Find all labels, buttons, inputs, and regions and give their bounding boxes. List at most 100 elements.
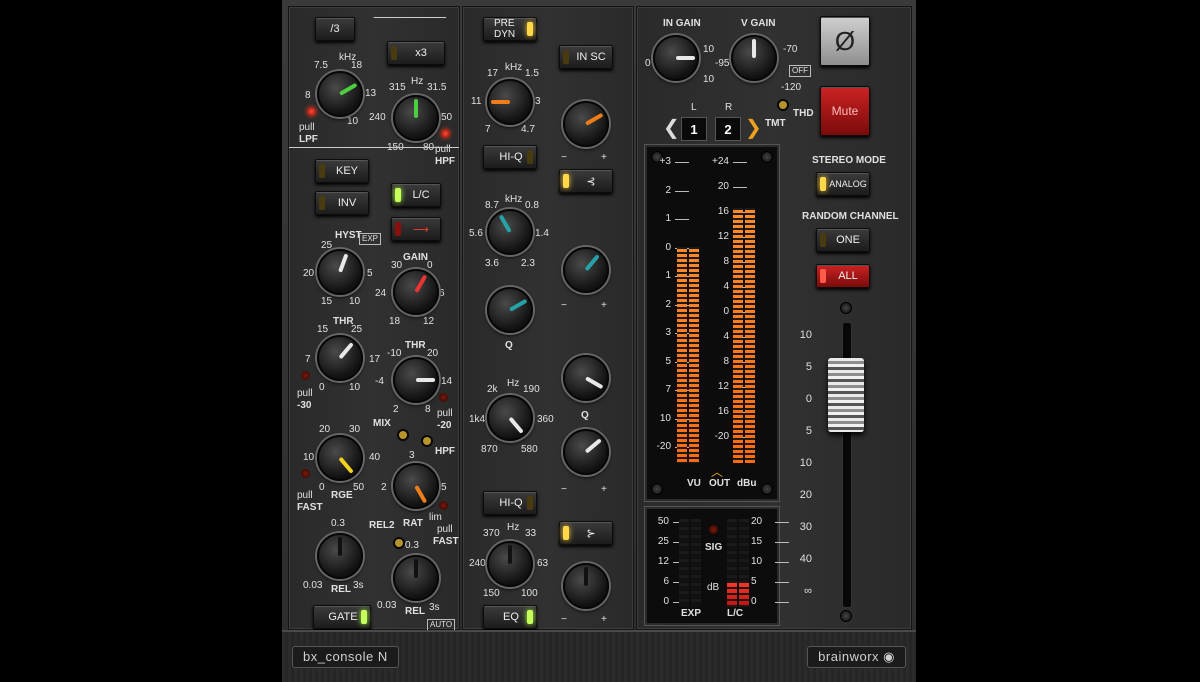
meter-screw [761,483,773,495]
mix-label: MIX [373,418,391,429]
out-chevron-up-icon: ︿ [711,465,724,479]
scale-tick [775,562,789,563]
volume-fader[interactable] [828,358,864,432]
scale-tick-label: -20 [714,431,729,442]
thr2-tick: -4 [375,376,384,387]
exp-label: EXP [681,608,702,619]
rat-knob[interactable] [393,463,439,509]
x3-led [391,46,397,60]
fader-screw [840,610,852,622]
insc-button[interactable]: IN SC [559,45,613,69]
rel1-knob[interactable] [317,533,363,579]
hpf-knob[interactable] [393,95,439,141]
level-bar [733,208,743,463]
gain-knob[interactable] [393,269,439,315]
hf-gain-knob[interactable] [563,101,609,147]
hmf-q-knob[interactable] [487,287,533,333]
rge-knob[interactable] [317,435,363,481]
lf-tick: 100 [521,588,538,599]
mute-button[interactable]: Mute [820,86,870,136]
all-button[interactable]: ALL [816,264,870,288]
hmf-gain-knob[interactable] [563,247,609,293]
lpf-knob[interactable] [317,71,363,117]
scale-tick-label: 25 [657,536,669,547]
scale-tick-label: +24 [712,156,729,167]
chevron-right-icon[interactable]: ❯ [745,115,762,140]
eq-button[interactable]: EQ [483,605,537,629]
lf-gain-knob[interactable] [563,563,609,609]
key-button[interactable]: KEY [315,159,369,183]
in-gain-knob[interactable] [653,35,699,81]
scale-tick-label: 16 [717,206,729,217]
rel3-tick: 3s [429,602,440,613]
inv-button[interactable]: INV [315,191,369,215]
lmf-gain-knob[interactable] [563,355,609,401]
lmf-q-knob[interactable] [563,429,609,475]
scale-tick [775,542,789,543]
hyst-knob[interactable] [317,249,363,295]
hyst-label: HYST [335,230,362,241]
hf-tick: 11 [471,96,482,107]
rge-label: RGE [331,490,353,501]
thr1-tick: 25 [351,324,363,335]
lc-button[interactable]: L/C [391,183,441,207]
thr1-knob[interactable] [317,335,363,381]
scale-tick-label: 0 [665,241,671,253]
scale-tick-label: 2 [665,298,671,310]
channel-1-display[interactable]: 1 [681,117,707,141]
lf-tick: 150 [483,588,500,599]
scale-tick-label: 0 [723,306,729,317]
rel3-tick: 0.03 [377,600,397,611]
div3-button[interactable]: /3 [315,17,355,41]
thd-trim[interactable] [777,99,789,111]
x3-button[interactable]: x3 [387,41,445,65]
hf-freq-knob[interactable] [487,79,533,125]
analog-button[interactable]: ANALOG [816,172,870,196]
lmf-freq-knob[interactable] [487,395,533,441]
lpf-tick: 18 [351,60,363,71]
thr2-tick: 20 [427,348,439,359]
channel-2-display[interactable]: 2 [715,117,741,141]
hiq2-led [527,496,533,510]
hmf-freq-knob[interactable] [487,209,533,255]
predyn-button[interactable]: PRE DYN [483,17,537,41]
rat-tag: FAST [433,536,459,547]
fader-screw [840,302,852,314]
hmf-tick: 5.6 [469,228,483,239]
v-gain-knob[interactable] [731,35,777,81]
rel3-knob[interactable] [393,555,439,601]
hmf-tick: 8.7 [485,200,499,211]
divider-line [372,17,459,32]
lf-freq-knob[interactable] [487,541,533,587]
out-label: OUT [709,478,731,489]
scale-tick-label: +3 [659,156,671,167]
sidechain-arrow-button[interactable]: ⟶ [391,217,441,241]
rat-label: RAT [403,518,423,529]
hiq2-button[interactable]: HI-Q [483,491,537,515]
scale-tick [675,190,689,192]
dynamics-strip: /3 x3 kHz 7.5 18 13 8 10 pull LPF Hz 315… [288,6,460,631]
lf-shelf-button[interactable]: ⊱ [559,521,613,545]
thr2-knob[interactable] [393,357,439,403]
scale-tick-label: 8 [723,256,729,267]
rel1-tick: 3s [353,580,364,591]
hpf2-label: HPF [435,446,455,457]
hf-tick: 17 [487,68,499,79]
hf-tick: 7 [485,124,491,135]
lf-plus: + [601,614,607,625]
hf-shelf-button[interactable]: ⊰ [559,169,613,193]
mix-trim[interactable] [397,429,409,441]
phase-button[interactable]: Ø [820,16,870,66]
scale-tick-label: 5 [665,355,671,367]
hpf-trim[interactable] [421,435,433,447]
one-button[interactable]: ONE [816,228,870,252]
hiq1-button[interactable]: HI-Q [483,145,537,169]
scale-tick [733,162,747,163]
gate-button[interactable]: GATE [313,605,371,629]
scale-tick-label: 7 [665,384,671,395]
hf-tick: 3 [535,96,541,107]
rge-tick: 30 [349,424,361,435]
hmf-minus: − [561,300,567,311]
rel2-trim[interactable] [393,537,405,549]
chevron-left-icon[interactable]: ❮ [663,115,680,140]
